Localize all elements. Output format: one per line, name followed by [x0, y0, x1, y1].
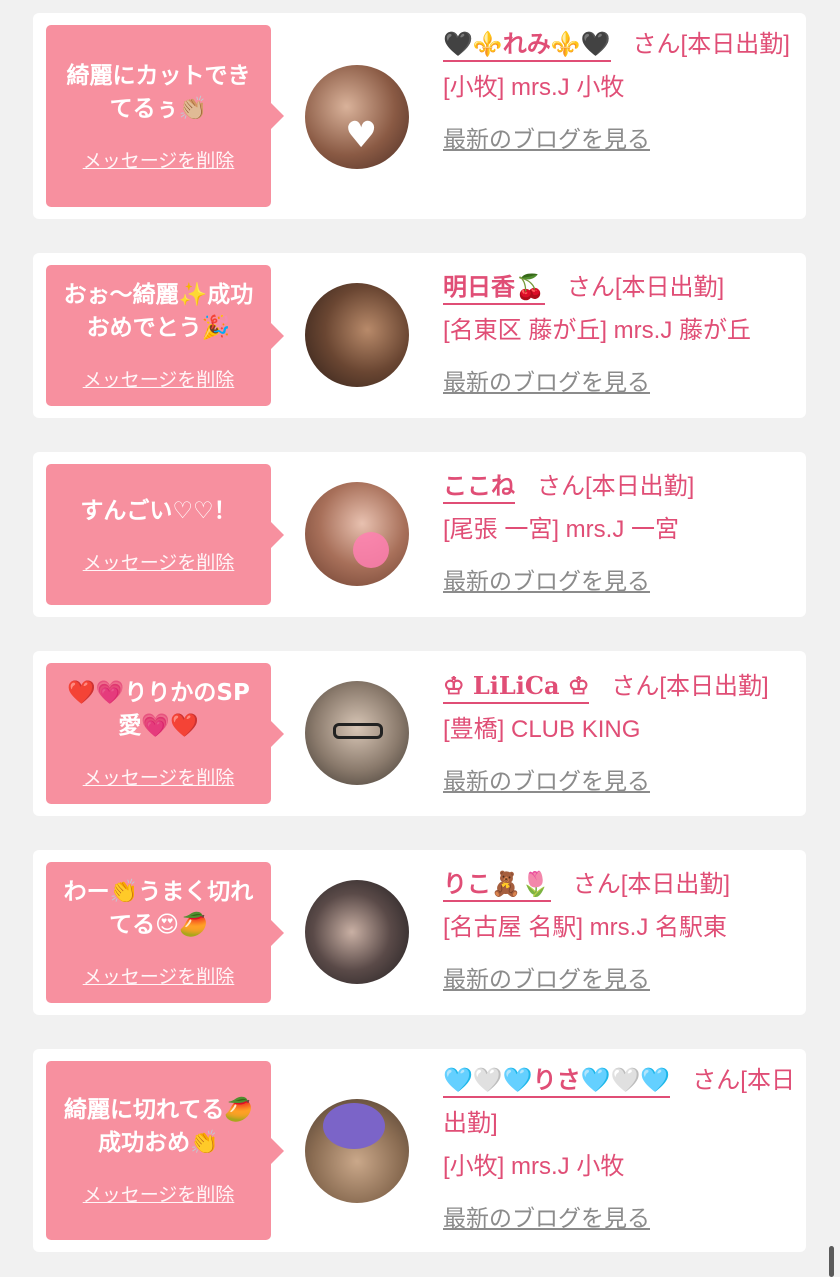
delete-message-link[interactable]: メッセージを削除: [83, 548, 235, 575]
cast-info: 🩵🤍🩵りさ🩵🤍🩵 さん[本日出勤] [小牧] mrs.J 小牧 最新のブログを見る: [443, 1059, 798, 1240]
cast-status: さん[本日出勤]: [572, 871, 731, 898]
avatar[interactable]: [305, 283, 409, 387]
message-text: 綺麗に切れてる🥭 成功おめ👏: [64, 1097, 253, 1156]
shop-name: [名古屋 名駅] mrs.J 名駅東: [443, 914, 727, 941]
blog-link[interactable]: 最新のブログを見る: [443, 1197, 798, 1240]
cast-name-link[interactable]: ♔ LiLiCa ♔: [443, 671, 590, 704]
message-bubble: おぉ〜綺麗✨成功 おめでとう🎉 メッセージを削除: [46, 265, 284, 406]
cast-status: さん[本日出勤]: [537, 473, 695, 500]
avatar[interactable]: [305, 681, 409, 785]
delete-message-link[interactable]: メッセージを削除: [83, 365, 235, 392]
message-bubble: わー👏うまく切れ てる😍🥭 メッセージを削除: [46, 862, 284, 1003]
cast-name-link[interactable]: 🖤⚜️れみ⚜️🖤: [443, 31, 611, 62]
cast-status: さん[本日出勤]: [566, 274, 725, 301]
blog-link[interactable]: 最新のブログを見る: [443, 760, 798, 803]
message-card: すんごい♡♡！ メッセージを削除 ここね さん[本日出勤] [尾張 一宮] mrs…: [33, 452, 806, 617]
delete-message-link[interactable]: メッセージを削除: [83, 1180, 235, 1207]
message-bubble: 綺麗に切れてる🥭 成功おめ👏 メッセージを削除: [46, 1061, 284, 1240]
sticker-icon: [323, 1103, 385, 1149]
message-card: 綺麗にカットでき てるぅ👏🏼 メッセージを削除 ♥ 🖤⚜️れみ⚜️🖤 さん[本日出…: [33, 13, 806, 219]
message-card: わー👏うまく切れ てる😍🥭 メッセージを削除 りこ🧸🌷 さん[本日出勤] [名古屋…: [33, 850, 806, 1015]
cast-name-link[interactable]: 明日香🍒: [443, 274, 545, 305]
cast-status: さん[本日出勤]: [611, 673, 769, 700]
avatar[interactable]: ♥: [305, 65, 409, 169]
shop-name: [小牧] mrs.J 小牧: [443, 74, 625, 101]
blog-link[interactable]: 最新のブログを見る: [443, 560, 798, 603]
message-card: ❤️💗りりかのSP 愛💗❤️ メッセージを削除 ♔ LiLiCa ♔ さん[本日出…: [33, 651, 806, 816]
message-text: わー👏うまく切れ てる😍🥭: [63, 879, 254, 938]
cast-info: りこ🧸🌷 さん[本日出勤] [名古屋 名駅] mrs.J 名駅東 最新のブログを見…: [443, 863, 798, 1001]
message-text: すんごい♡♡！: [80, 497, 237, 524]
cast-info: ♔ LiLiCa ♔ さん[本日出勤] [豊橋] CLUB KING 最新のブログ…: [443, 664, 798, 803]
message-text: 綺麗にカットでき てるぅ👏🏼: [66, 62, 251, 122]
avatar[interactable]: [305, 880, 409, 984]
cast-name-link[interactable]: りこ🧸🌷: [443, 871, 551, 902]
cast-info: 🖤⚜️れみ⚜️🖤 さん[本日出勤] [小牧] mrs.J 小牧 最新のブログを見る: [443, 23, 798, 161]
message-bubble: すんごい♡♡！ メッセージを削除: [46, 464, 284, 605]
blog-link[interactable]: 最新のブログを見る: [443, 958, 798, 1001]
cast-status: さん[本日出勤]: [632, 31, 790, 58]
avatar[interactable]: [305, 482, 409, 586]
cast-name-link[interactable]: 🩵🤍🩵りさ🩵🤍🩵: [443, 1067, 671, 1098]
delete-message-link[interactable]: メッセージを削除: [83, 763, 235, 790]
cast-info: ここね さん[本日出勤] [尾張 一宮] mrs.J 一宮 最新のブログを見る: [443, 465, 798, 603]
heart-sticker-icon: ♥: [345, 115, 378, 156]
avatar[interactable]: [305, 1099, 409, 1203]
message-card: 綺麗に切れてる🥭 成功おめ👏 メッセージを削除 🩵🤍🩵りさ🩵🤍🩵 さん[本日出勤]…: [33, 1049, 806, 1252]
shop-name: [尾張 一宮] mrs.J 一宮: [443, 516, 679, 543]
heart-sticker-icon: [353, 532, 389, 568]
blog-link[interactable]: 最新のブログを見る: [443, 118, 798, 161]
cast-name-link[interactable]: ここね: [443, 473, 515, 504]
message-text: おぉ〜綺麗✨成功 おめでとう🎉: [63, 282, 254, 341]
shop-name: [名東区 藤が丘] mrs.J 藤が丘: [443, 317, 751, 344]
message-card: おぉ〜綺麗✨成功 おめでとう🎉 メッセージを削除 明日香🍒 さん[本日出勤] [名…: [33, 253, 806, 418]
delete-message-link[interactable]: メッセージを削除: [83, 962, 235, 989]
shop-name: [豊橋] CLUB KING: [443, 716, 641, 743]
message-bubble: 綺麗にカットでき てるぅ👏🏼 メッセージを削除: [46, 25, 284, 207]
glasses-icon: [333, 723, 383, 739]
scrollbar-thumb[interactable]: [829, 1246, 834, 1277]
message-text: ❤️💗りりかのSP 愛💗❤️: [67, 680, 250, 739]
cast-info: 明日香🍒 さん[本日出勤] [名東区 藤が丘] mrs.J 藤が丘 最新のブログを…: [443, 266, 798, 404]
blog-link[interactable]: 最新のブログを見る: [443, 361, 798, 404]
shop-name: [小牧] mrs.J 小牧: [443, 1153, 625, 1180]
delete-message-link[interactable]: メッセージを削除: [83, 146, 235, 173]
message-bubble: ❤️💗りりかのSP 愛💗❤️ メッセージを削除: [46, 663, 284, 804]
